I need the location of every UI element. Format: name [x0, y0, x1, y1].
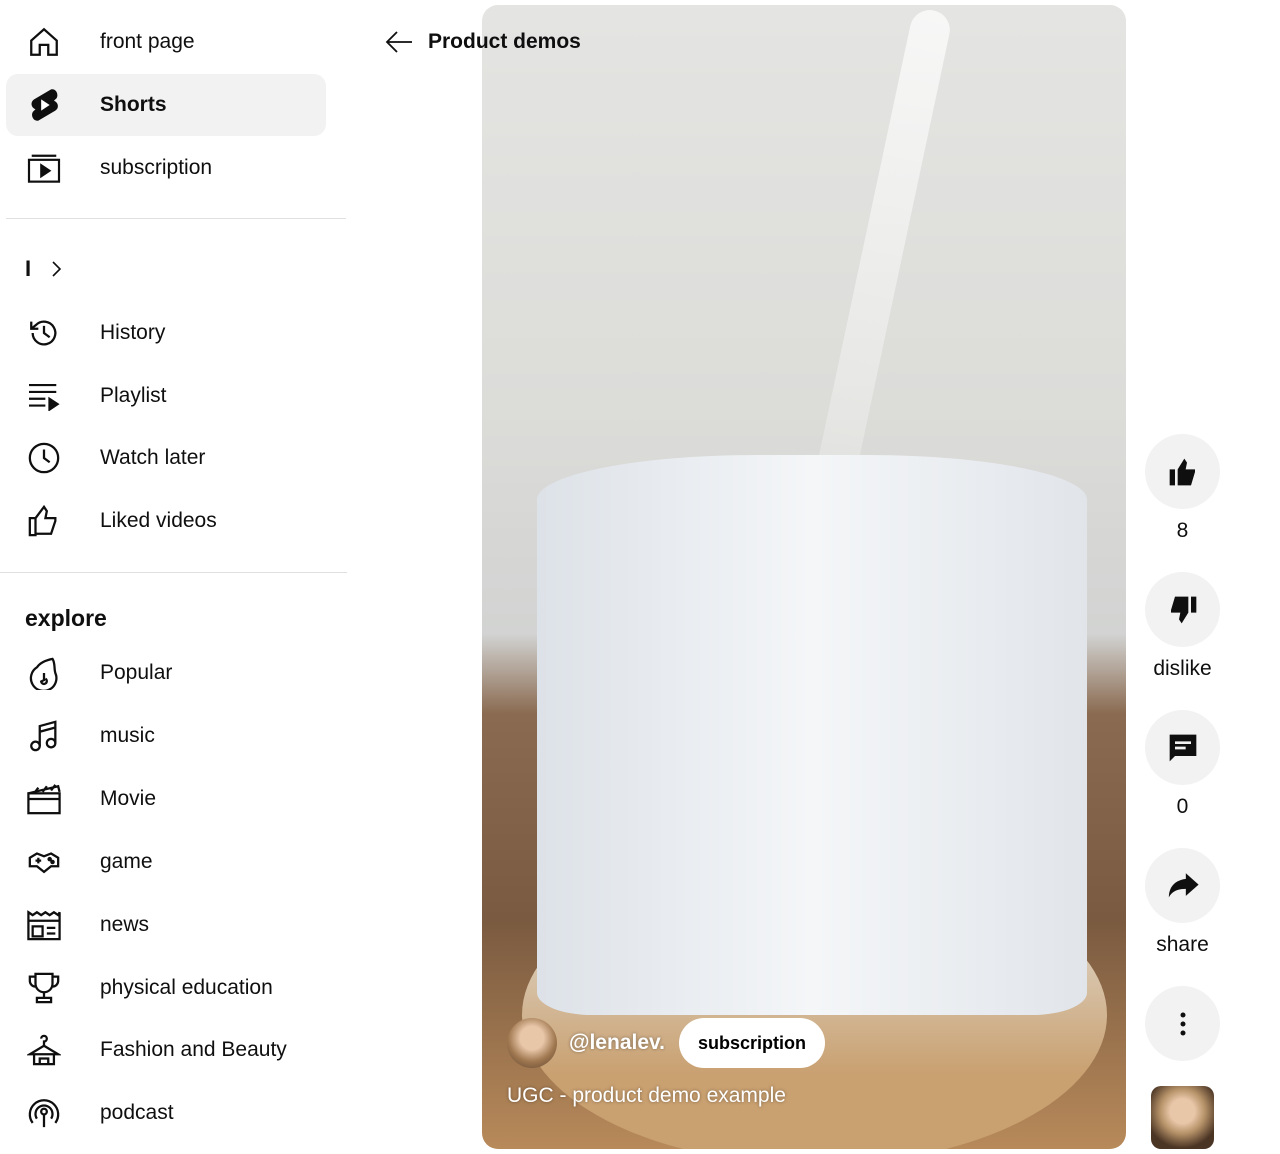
share-button[interactable] — [1145, 848, 1220, 923]
sidebar-item-news[interactable]: news — [6, 894, 326, 956]
comment-icon — [1167, 732, 1199, 764]
sidebar-item-game[interactable]: game — [6, 831, 326, 893]
video-player[interactable] — [482, 5, 1126, 1149]
arrow-left-icon — [384, 30, 414, 54]
sidebar-item-physical-education[interactable]: physical education — [6, 957, 326, 1019]
video-frame-cup — [537, 455, 1087, 1015]
thumbs-down-icon — [1167, 594, 1199, 626]
you-label: I — [25, 256, 32, 281]
watch-later-icon — [26, 440, 62, 476]
sidebar-item-movie[interactable]: Movie — [6, 768, 326, 830]
music-icon — [26, 718, 62, 754]
comment-count: 0 — [1176, 795, 1189, 818]
trophy-icon — [26, 970, 62, 1006]
video-frame-water — [810, 6, 954, 504]
playlist-icon — [26, 378, 62, 414]
page-title: Product demos — [428, 30, 581, 53]
video-title: UGC - product demo example — [507, 1084, 786, 1107]
sidebar-item-liked-videos[interactable]: Liked videos — [6, 490, 326, 552]
thumbs-up-icon — [1167, 456, 1199, 488]
explore-heading: explore — [25, 605, 107, 631]
history-icon — [26, 315, 62, 351]
channel-handle[interactable]: @lenalev. — [569, 1031, 665, 1055]
subscriptions-icon — [26, 150, 62, 186]
fire-icon — [26, 655, 62, 691]
share-label: share — [1156, 933, 1209, 956]
sidebar-item-fashion-beauty[interactable]: Fashion and Beauty — [6, 1019, 326, 1081]
home-icon — [26, 24, 62, 60]
dislike-label: dislike — [1153, 657, 1212, 680]
gamepad-icon — [26, 844, 62, 880]
like-button[interactable] — [1145, 434, 1220, 509]
sidebar-item-subscription[interactable]: subscription — [6, 137, 326, 199]
like-count: 8 — [1176, 519, 1189, 542]
subscribe-button[interactable]: subscription — [678, 1018, 825, 1068]
clapperboard-icon — [26, 781, 62, 817]
sidebar-item-podcast[interactable]: podcast — [6, 1082, 326, 1144]
channel-avatar[interactable] — [507, 1018, 557, 1068]
sidebar-item-history[interactable]: History — [6, 302, 326, 364]
divider — [0, 572, 347, 573]
channel-thumbnail[interactable] — [1151, 1086, 1214, 1149]
comments-button[interactable] — [1145, 710, 1220, 785]
sidebar-item-front-page[interactable]: front page — [6, 11, 326, 73]
like-icon — [26, 503, 62, 539]
channel-info: @lenalev. subscription — [507, 1018, 825, 1068]
dislike-button[interactable] — [1145, 572, 1220, 647]
sidebar-item-music[interactable]: music — [6, 705, 326, 767]
sidebar-item-shorts[interactable]: Shorts — [6, 74, 326, 136]
more-vertical-icon — [1179, 1011, 1187, 1037]
chevron-right-icon — [50, 259, 64, 279]
divider — [6, 218, 346, 219]
sidebar-item-playlist[interactable]: Playlist — [6, 365, 326, 427]
newspaper-icon — [26, 907, 62, 943]
share-icon — [1166, 869, 1200, 903]
back-button[interactable]: Product demos — [384, 30, 581, 54]
sidebar-item-popular[interactable]: Popular — [6, 642, 326, 704]
shorts-icon — [26, 87, 62, 123]
more-options-button[interactable] — [1145, 986, 1220, 1061]
you-section-link[interactable]: I — [6, 238, 326, 300]
hanger-icon — [26, 1032, 62, 1068]
sidebar-item-watch-later[interactable]: Watch later — [6, 427, 326, 489]
podcast-icon — [26, 1095, 62, 1131]
